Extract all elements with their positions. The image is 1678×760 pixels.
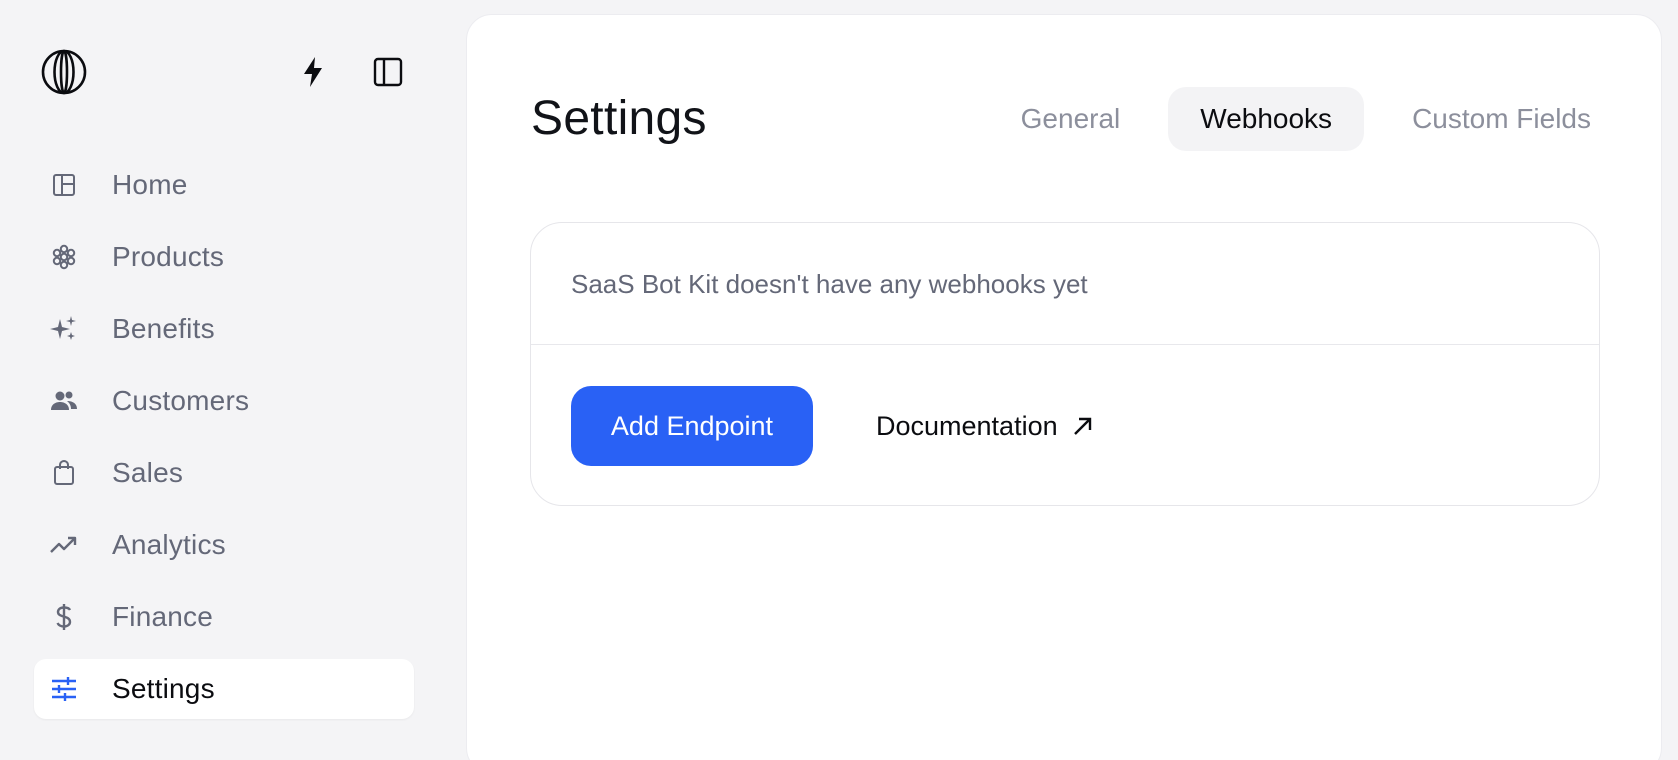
tab-general[interactable]: General — [989, 87, 1153, 151]
add-endpoint-button[interactable]: Add Endpoint — [571, 386, 813, 466]
webhooks-empty-message: SaaS Bot Kit doesn't have any webhooks y… — [571, 269, 1088, 299]
sidebar-panel-icon[interactable] — [370, 54, 406, 90]
sidebar-item-label: Home — [112, 169, 188, 200]
sidebar-item-label: Products — [112, 241, 225, 272]
sidebar-item-products[interactable]: Products — [34, 227, 414, 287]
shopping-bag-icon — [49, 458, 79, 488]
sidebar-item-label: Settings — [112, 673, 215, 704]
sidebar-item-settings[interactable]: Settings — [34, 659, 414, 719]
sidebar-item-finance[interactable]: Finance — [34, 587, 414, 647]
tab-webhooks[interactable]: Webhooks — [1168, 87, 1365, 151]
layout-icon — [49, 170, 79, 200]
hexagon-grid-icon — [49, 242, 79, 272]
sidebar-item-analytics[interactable]: Analytics — [34, 515, 414, 575]
settings-tabs: General Webhooks Custom Fields — [973, 87, 1623, 151]
sidebar-item-label: Sales — [112, 457, 184, 488]
sidebar-item-label: Finance — [112, 601, 214, 632]
documentation-link-label: Documentation — [876, 410, 1058, 441]
app-window: Home Products Benefits Customers Sales A… — [0, 0, 1678, 760]
webhooks-card: SaaS Bot Kit doesn't have any webhooks y… — [530, 222, 1600, 506]
sparkles-icon — [49, 314, 79, 344]
main-content: Settings General Webhooks Custom Fields … — [466, 14, 1662, 760]
documentation-link[interactable]: Documentation — [876, 386, 1098, 466]
dollar-icon — [49, 602, 79, 632]
sidebar: Home Products Benefits Customers Sales A… — [0, 0, 450, 760]
sidebar-item-customers[interactable]: Customers — [34, 371, 414, 431]
sidebar-item-label: Benefits — [112, 313, 215, 344]
divider — [531, 344, 1599, 345]
sidebar-item-label: Analytics — [112, 529, 226, 560]
trending-up-icon — [49, 530, 79, 560]
sidebar-item-home[interactable]: Home — [34, 155, 414, 215]
bolt-icon[interactable] — [295, 54, 331, 90]
sliders-icon — [49, 674, 79, 704]
tab-custom-fields[interactable]: Custom Fields — [1380, 87, 1623, 151]
people-icon — [49, 386, 79, 416]
sidebar-item-label: Customers — [112, 385, 250, 416]
sidebar-item-sales[interactable]: Sales — [34, 443, 414, 503]
arrow-up-right-icon — [1072, 413, 1098, 439]
sidebar-nav: Home Products Benefits Customers Sales A… — [34, 155, 414, 731]
sidebar-item-benefits[interactable]: Benefits — [34, 299, 414, 359]
polar-logo-icon[interactable] — [40, 48, 88, 96]
page-title: Settings — [531, 92, 707, 145]
